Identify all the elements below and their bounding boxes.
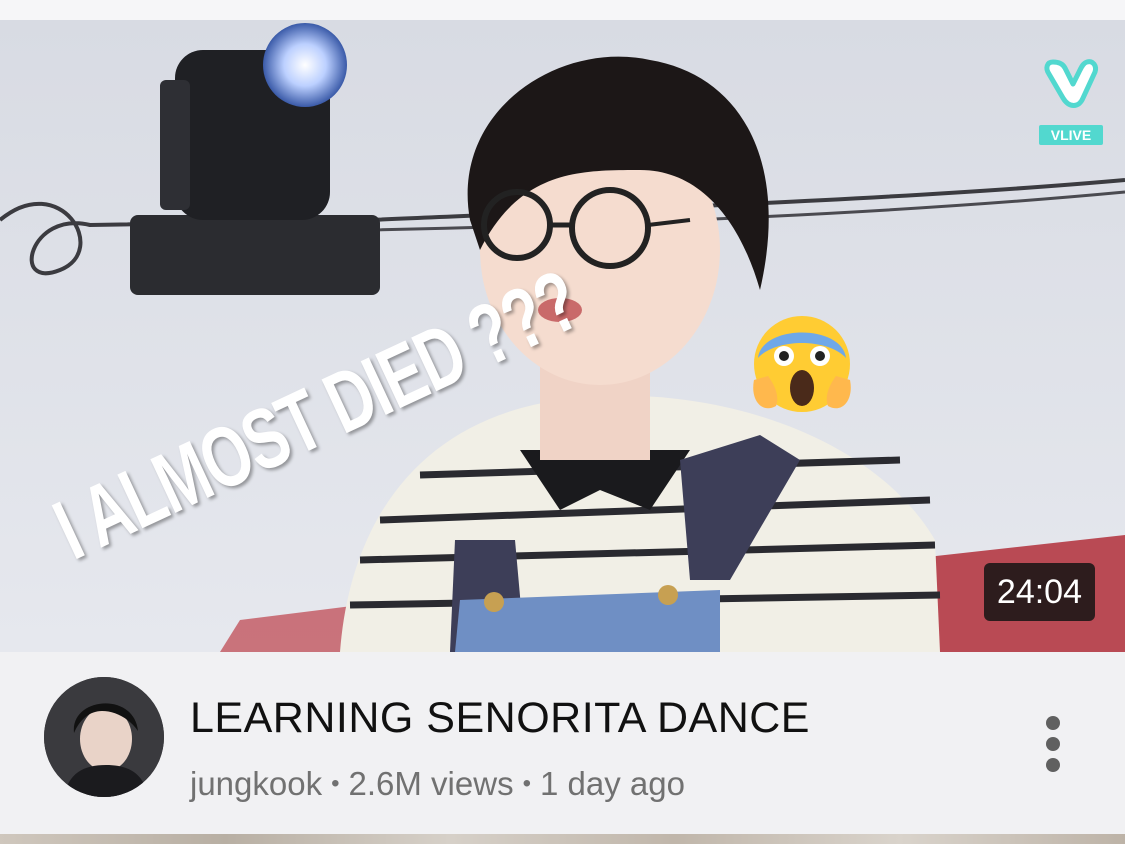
youtube-feed-screen: I ALMOST DIED ??? VLIVE 24:04 LEARNING S… <box>0 0 1125 844</box>
video-meta: jungkook • 2.6M views • 1 day ago <box>190 765 685 803</box>
vlive-badge: VLIVE <box>1036 54 1106 146</box>
view-count: 2.6M views <box>348 765 514 802</box>
channel-name[interactable]: jungkook <box>190 765 322 802</box>
menu-dot <box>1046 716 1060 730</box>
avatar-image <box>44 677 164 797</box>
meta-separator: • <box>331 770 340 797</box>
duration-badge: 24:04 <box>983 563 1095 621</box>
vlive-logo-icon <box>1044 59 1098 108</box>
face-screaming-in-fear-icon <box>753 316 851 412</box>
vlive-label: VLIVE <box>1039 125 1103 145</box>
more-vertical-icon[interactable] <box>1036 716 1070 776</box>
video-info: LEARNING SENORITA DANCE jungkook • 2.6M vi… <box>0 652 1125 834</box>
meta-separator: • <box>522 770 531 797</box>
menu-dot <box>1046 737 1060 751</box>
top-edge <box>0 0 1125 20</box>
next-video-thumbnail-edge[interactable] <box>0 834 1125 844</box>
upload-age: 1 day ago <box>539 765 685 802</box>
menu-dot <box>1046 758 1060 772</box>
channel-avatar[interactable] <box>44 677 164 797</box>
video-title[interactable]: LEARNING SENORITA DANCE <box>190 694 810 743</box>
video-thumbnail[interactable]: I ALMOST DIED ??? VLIVE 24:04 <box>0 20 1125 652</box>
